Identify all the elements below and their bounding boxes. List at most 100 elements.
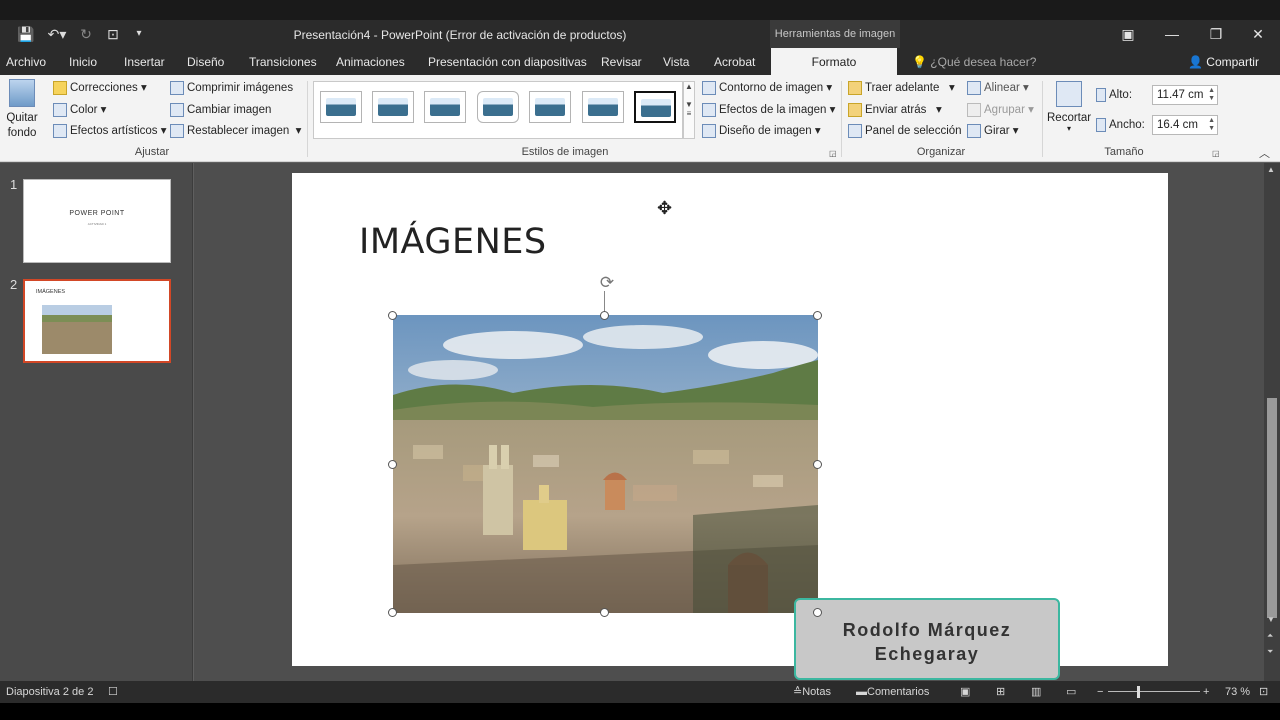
picture-layout-button[interactable]: Diseño de imagen ▾ — [702, 121, 821, 141]
person-icon: 👤 — [1188, 55, 1203, 69]
next-slide-icon[interactable]: ⏷ — [1267, 647, 1273, 657]
name-caption-box[interactable]: Rodolfo Márquez Echegaray — [794, 598, 1060, 680]
selection-pane-label: Panel de selección — [865, 125, 962, 137]
city-photo[interactable] — [393, 315, 818, 613]
zoom-level[interactable]: 73 % — [1225, 681, 1250, 703]
notes-label: Notas — [802, 686, 831, 698]
slide-sorter-icon[interactable]: ⊞ — [996, 681, 1005, 703]
picture-styles-gallery[interactable] — [313, 81, 683, 139]
minimize-button[interactable]: — — [1150, 20, 1194, 48]
screen-edge — [0, 703, 1280, 720]
picture-style-thumb[interactable] — [634, 91, 676, 123]
slideshow-view-icon[interactable]: ▭ — [1066, 681, 1076, 703]
undo-icon[interactable]: ↶▾ — [42, 24, 72, 44]
spinner-icon[interactable]: ▲ ▼ — [1208, 87, 1215, 103]
picture-border-button[interactable]: Contorno de imagen ▾ — [702, 78, 832, 98]
zoom-in-icon[interactable]: + — [1203, 681, 1209, 703]
slide-number: 1 — [10, 177, 18, 192]
remove-background-button[interactable]: Quitar fondo — [5, 79, 39, 141]
width-value: 16.4 cm — [1157, 119, 1198, 131]
tab-acrobat[interactable]: Acrobat — [714, 48, 755, 75]
picture-style-thumb[interactable] — [320, 91, 362, 123]
compress-pictures-button[interactable]: Comprimir imágenes — [170, 78, 293, 98]
notes-button[interactable]: ≙ Notas — [793, 681, 831, 703]
change-picture-button[interactable]: Cambiar imagen — [170, 100, 271, 120]
tab-insertar[interactable]: Insertar — [124, 48, 165, 75]
tab-animaciones[interactable]: Animaciones — [336, 48, 405, 75]
thumb-picture — [42, 305, 112, 354]
tab-diseno[interactable]: Diseño — [187, 48, 224, 75]
resize-handle[interactable] — [388, 311, 397, 320]
resize-handle[interactable] — [813, 460, 822, 469]
slide-thumbnail-1[interactable]: POWER POINT ACTIVIDAD 1 — [23, 179, 171, 263]
customize-qat-icon[interactable]: ▾ — [132, 24, 146, 44]
bring-forward-button[interactable]: Traer adelante ▾ — [848, 78, 955, 98]
tab-formato[interactable]: Formato — [771, 48, 897, 75]
resize-handle[interactable] — [388, 608, 397, 617]
dialog-launcher-icon[interactable]: ◲ — [829, 149, 837, 158]
rotate-button[interactable]: Girar ▾ — [967, 121, 1019, 141]
slide-title[interactable]: IMÁGENES — [359, 222, 547, 262]
slide-thumbnail-2[interactable]: IMÁGENES — [23, 279, 171, 363]
dialog-launcher-icon[interactable]: ◲ — [1212, 149, 1220, 158]
resize-handle[interactable] — [813, 608, 822, 617]
picture-style-thumb[interactable] — [529, 91, 571, 123]
scroll-thumb[interactable] — [1267, 398, 1277, 618]
picture-style-thumb[interactable] — [424, 91, 466, 123]
picture-effects-button[interactable]: Efectos de la imagen ▾ — [702, 100, 835, 120]
ribbon-display-options-icon[interactable]: ▣ — [1106, 20, 1150, 48]
save-icon[interactable]: 💾 — [16, 24, 36, 44]
previous-slide-icon[interactable]: ⏶ — [1267, 631, 1273, 641]
tell-me-search[interactable]: 💡 ¿Qué desea hacer? — [912, 48, 1036, 75]
tab-inicio[interactable]: Inicio — [69, 48, 97, 75]
selection-pane-button[interactable]: Panel de selección — [848, 121, 962, 141]
scroll-down-icon[interactable]: ▼ — [1267, 615, 1275, 624]
resize-handle[interactable] — [388, 460, 397, 469]
zoom-slider-thumb[interactable] — [1137, 686, 1140, 698]
corrections-button[interactable]: Correcciones ▾ — [53, 78, 147, 98]
resize-handle[interactable] — [813, 311, 822, 320]
tab-revisar[interactable]: Revisar — [601, 48, 642, 75]
close-button[interactable]: ✕ — [1236, 20, 1280, 48]
group-button[interactable]: Agrupar ▾ — [967, 100, 1034, 120]
redo-icon[interactable]: ↻ — [77, 24, 95, 44]
group-label: Agrupar — [984, 104, 1025, 116]
tab-archivo[interactable]: Archivo — [6, 48, 46, 75]
tab-vista[interactable]: Vista — [663, 48, 689, 75]
zoom-slider[interactable] — [1108, 691, 1200, 692]
height-field[interactable]: 11.47 cm ▲ ▼ — [1152, 85, 1218, 105]
resize-handle[interactable] — [600, 608, 609, 617]
collapse-ribbon-icon[interactable]: ︿ — [1259, 145, 1270, 161]
send-backward-icon — [848, 102, 862, 117]
tab-transiciones[interactable]: Transiciones — [249, 48, 317, 75]
artistic-effects-icon — [53, 123, 67, 138]
share-button[interactable]: 👤 Compartir — [1188, 48, 1259, 75]
present-from-start-icon[interactable]: ⊡ — [104, 24, 122, 44]
zoom-out-icon[interactable]: − — [1097, 681, 1103, 703]
thumb-title: POWER POINT — [69, 210, 125, 217]
scroll-up-icon[interactable]: ▲ — [1267, 165, 1275, 174]
crop-button[interactable]: Recortar ▾ — [1047, 81, 1091, 133]
align-icon — [967, 80, 981, 95]
align-button[interactable]: Alinear ▾ — [967, 78, 1029, 98]
width-field[interactable]: 16.4 cm ▲ ▼ — [1152, 115, 1218, 135]
picture-style-thumb[interactable] — [372, 91, 414, 123]
send-backward-button[interactable]: Enviar atrás ▾ — [848, 100, 942, 120]
fit-to-window-icon[interactable]: ⊡ — [1259, 681, 1268, 703]
reset-picture-button[interactable]: Restablecer imagen ▾ — [170, 121, 301, 141]
artistic-effects-button[interactable]: Efectos artísticos ▾ — [53, 121, 167, 141]
vertical-scrollbar[interactable]: ▲ ▼ ⏶ ⏷ — [1264, 163, 1280, 681]
normal-view-icon[interactable]: ▣ — [960, 681, 970, 703]
tab-presentacion[interactable]: Presentación con diapositivas — [428, 48, 587, 75]
comments-button[interactable]: ▬ Comentarios — [856, 681, 929, 703]
reading-view-icon[interactable]: ▥ — [1031, 681, 1041, 703]
picture-style-thumb[interactable] — [582, 91, 624, 123]
picture-style-thumb[interactable] — [477, 91, 519, 123]
gallery-scroll[interactable]: ▲ ▼ ≡ — [683, 81, 695, 139]
rotate-handle-icon[interactable]: ⟳ — [597, 273, 617, 293]
color-button[interactable]: Color ▾ — [53, 100, 106, 120]
spell-check-icon[interactable]: ☐ — [108, 681, 118, 703]
spinner-icon[interactable]: ▲ ▼ — [1208, 117, 1215, 133]
restore-button[interactable]: ❐ — [1194, 20, 1238, 48]
resize-handle[interactable] — [600, 311, 609, 320]
